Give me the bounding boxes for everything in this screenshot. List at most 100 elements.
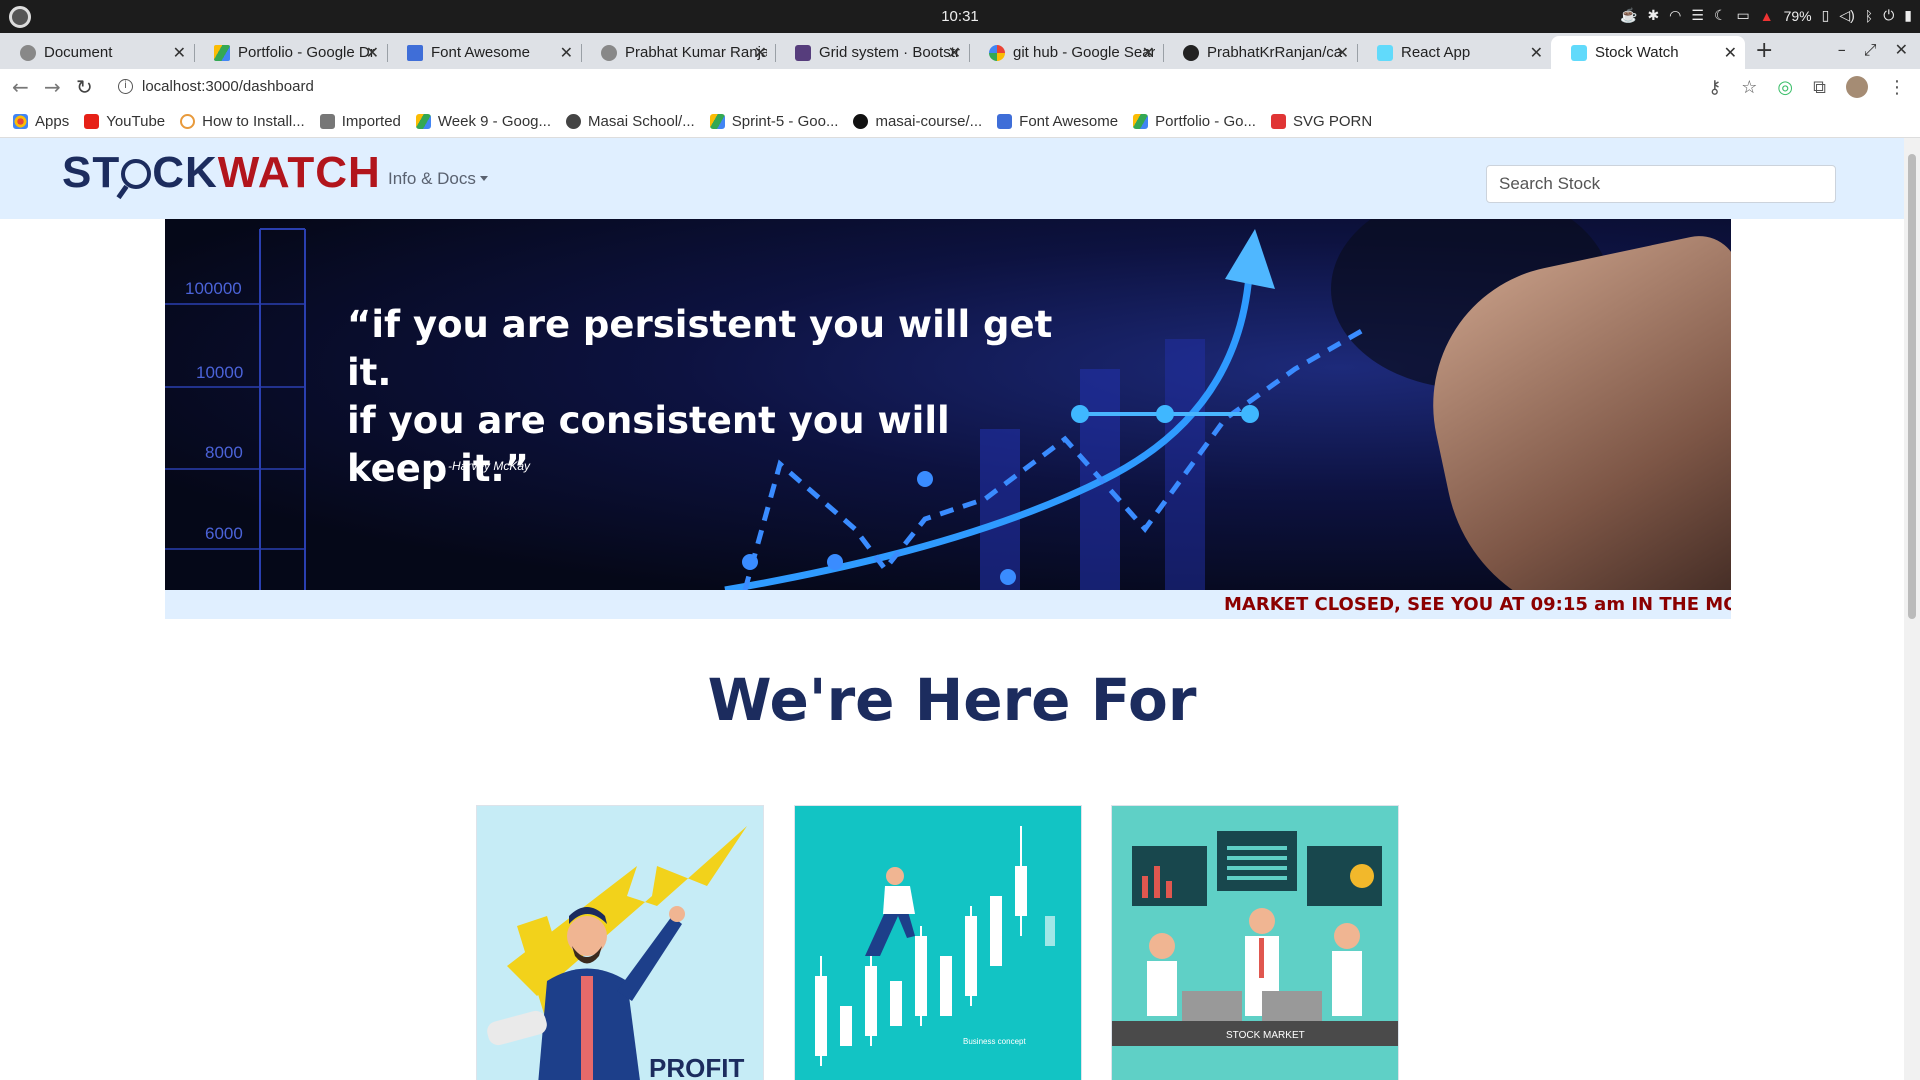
logo-text-part: WATCH	[217, 148, 381, 197]
bookmark-item[interactable]: SVG PORN	[1270, 113, 1372, 130]
browser-tab[interactable]: Portfolio - Google Dr ✕	[194, 36, 387, 69]
tab-title: Stock Watch	[1595, 44, 1679, 61]
bookmark-item[interactable]: Week 9 - Goog...	[415, 112, 552, 130]
close-icon[interactable]: ✕	[173, 43, 186, 63]
hero-axis-label: 8000	[205, 443, 243, 462]
feature-card-business[interactable]: Business concept	[794, 805, 1082, 1080]
slack-icon[interactable]: ✱	[1647, 7, 1659, 24]
bookmark-item[interactable]: Font Awesome	[997, 113, 1118, 130]
close-icon[interactable]: ✕	[1530, 43, 1543, 63]
close-icon[interactable]: ✕	[1724, 43, 1737, 63]
github-icon	[853, 113, 869, 129]
bluetooth-icon[interactable]: ᛒ	[1865, 8, 1873, 24]
react-icon	[1571, 44, 1587, 61]
close-icon[interactable]: ✕	[366, 43, 379, 63]
battery-icon[interactable]: ▯	[1822, 7, 1830, 24]
page-scrollbar[interactable]	[1904, 138, 1920, 1080]
browser-tab[interactable]: Grid system · Bootstr ✕	[775, 36, 969, 69]
coffee-icon[interactable]: ☕	[1620, 7, 1637, 24]
browser-tab-active[interactable]: Stock Watch ✕	[1551, 36, 1745, 69]
bookmark-item[interactable]: masai-course/...	[853, 113, 982, 130]
wifi-icon[interactable]: ◠	[1669, 7, 1681, 24]
bookmark-label: YouTube	[106, 112, 166, 130]
magnifier-chart-icon	[121, 159, 152, 189]
browser-tab[interactable]: Document ✕	[0, 36, 194, 69]
close-icon[interactable]: ✕	[948, 43, 961, 63]
quote-line: “if you are persistent you will get it.	[347, 303, 1053, 394]
folder-icon	[319, 113, 335, 129]
bookmark-item[interactable]: Portfolio - Go...	[1133, 113, 1256, 130]
quote-line: if you are consistent you will	[347, 399, 950, 442]
profile-avatar[interactable]	[1846, 76, 1868, 98]
folder-icon[interactable]: ▭	[1737, 7, 1750, 24]
new-tab-button[interactable]: +	[1755, 38, 1773, 63]
bookmark-item[interactable]: YouTube	[84, 113, 165, 130]
bookmark-item[interactable]: Sprint-5 - Goo...	[709, 113, 838, 130]
tab-title: React App	[1401, 44, 1471, 61]
system-tray[interactable]: ☕ ✱ ◠ ☰ ☾ ▭ ▲ 79% ▯ ◁) ᛒ ⏻ ▮	[1620, 7, 1912, 24]
tab-title: PrabhatKrRanjan/ca	[1207, 44, 1343, 61]
notification-bell-icon[interactable]: ▲	[1760, 8, 1774, 24]
tab-title: Portfolio - Google Dr	[238, 44, 375, 61]
os-top-bar: 10:31 ☕ ✱ ◠ ☰ ☾ ▭ ▲ 79% ▯ ◁) ᛒ ⏻ ▮	[0, 0, 1920, 33]
bookmark-item[interactable]: Apps	[13, 113, 69, 130]
battery-percent[interactable]: 79%	[1784, 8, 1812, 24]
tab-title: git hub - Google Sear	[1013, 44, 1155, 61]
bookmark-item[interactable]: Imported	[319, 113, 401, 130]
night-mode-icon[interactable]: ☾	[1714, 7, 1727, 24]
browser-tab[interactable]: Font Awesome ✕	[387, 36, 581, 69]
tab-title: Grid system · Bootstr	[819, 44, 960, 61]
close-icon[interactable]: ✕	[1142, 43, 1155, 63]
close-window-icon[interactable]: ✕	[1895, 40, 1908, 60]
extension-icon[interactable]: ◎	[1777, 77, 1793, 98]
minimize-icon[interactable]: –	[1838, 40, 1846, 60]
browser-tab[interactable]: React App ✕	[1357, 36, 1551, 69]
maximize-icon[interactable]: ⤢	[1864, 40, 1877, 60]
bookmark-label: Font Awesome	[1019, 112, 1119, 130]
bookmark-star-icon[interactable]: ☆	[1741, 77, 1757, 98]
address-bar[interactable]: i localhost:3000/dashboard	[108, 71, 1726, 103]
extension-icon[interactable]: ⧉	[1813, 77, 1826, 98]
stockwatch-logo[interactable]: ST CKWATCH	[62, 148, 381, 198]
feature-card-profit[interactable]: PROFIT	[476, 805, 764, 1080]
forward-icon[interactable]: →	[44, 75, 61, 99]
info-docs-dropdown[interactable]: Info & Docs	[388, 169, 488, 189]
more-menu-icon[interactable]: ⋮	[1888, 77, 1906, 98]
logo-text-part: CK	[152, 148, 218, 197]
reload-icon[interactable]: ↻	[76, 75, 93, 99]
bookmark-label: Week 9 - Goog...	[437, 112, 552, 130]
bookmark-item[interactable]: How to Install...	[180, 113, 305, 130]
browser-tab[interactable]: Prabhat Kumar Ranja ✕	[581, 36, 775, 69]
bookmark-item[interactable]: Masai School/...	[566, 113, 695, 130]
site-navbar: ST CKWATCH Info & Docs	[0, 138, 1904, 219]
browser-tab[interactable]: git hub - Google Sear ✕	[969, 36, 1163, 69]
page-viewport: ST CKWATCH Info & Docs Search Stock 1000…	[0, 138, 1904, 1080]
feature-card-stock-market[interactable]: STOCK MARKET	[1111, 805, 1399, 1080]
browser-tab-strip: Document ✕ Portfolio - Google Dr ✕ Font …	[0, 33, 1920, 69]
search-stock-input[interactable]	[1486, 165, 1836, 203]
close-icon[interactable]: ✕	[560, 43, 573, 63]
toolbar-actions: ⚷ ☆ ◎ ⧉ ⋮	[1708, 76, 1906, 98]
close-icon[interactable]: ✕	[754, 43, 767, 63]
tray-extra-icon[interactable]: ▮	[1904, 7, 1912, 24]
drive-icon	[1133, 113, 1149, 129]
browser-tab[interactable]: PrabhatKrRanjan/ca ✕	[1163, 36, 1357, 69]
url-text[interactable]: localhost:3000/dashboard	[142, 78, 314, 95]
drive-icon	[415, 113, 431, 129]
react-icon	[1377, 44, 1393, 61]
window-controls: – ⤢ ✕	[1838, 40, 1908, 60]
close-icon[interactable]: ✕	[1336, 43, 1349, 63]
back-icon[interactable]: ←	[12, 75, 29, 99]
apps-grid-icon	[13, 113, 28, 129]
site-info-icon[interactable]: i	[118, 79, 133, 94]
power-icon[interactable]: ⏻	[1883, 7, 1894, 24]
key-icon[interactable]: ⚷	[1708, 77, 1721, 98]
caret-down-icon	[479, 176, 488, 181]
volume-icon[interactable]: ◁)	[1839, 7, 1854, 24]
bookmark-label: Apps	[35, 112, 70, 130]
scrollbar-thumb[interactable]	[1908, 154, 1916, 619]
section-heading: We're Here For	[707, 666, 1197, 734]
card-caption: PROFIT	[649, 1053, 745, 1080]
youtube-icon	[84, 113, 100, 129]
menu-icon[interactable]: ☰	[1691, 7, 1704, 24]
